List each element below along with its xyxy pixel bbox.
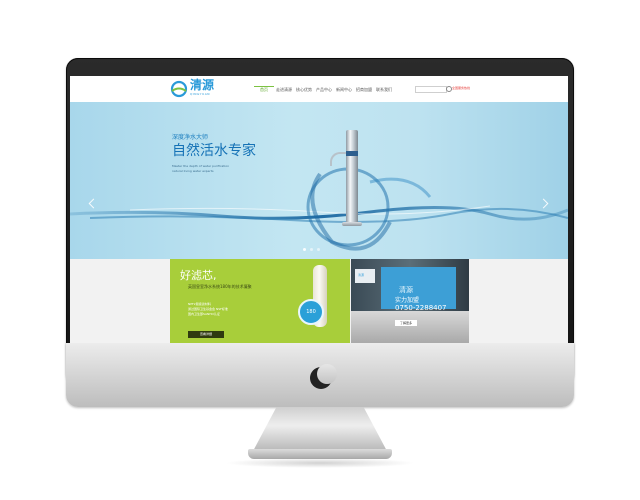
website-screen: 清源 QINGYUAN 首页 走进清源 核心优势 产品中心 新闻中心 招商加盟 … [70,76,568,343]
filter-desc-line-3: 国内卫生部SANHO认证 [188,312,220,316]
180-years-badge: 180 [298,299,324,325]
carousel-dot-3[interactable] [317,248,320,251]
purifier-label-band [346,151,358,156]
filter-details-button[interactable]: 查看详细 [188,331,224,338]
crescent-logo-icon [310,364,337,389]
water-purifier-product [346,130,358,224]
stand-shadow [225,458,415,468]
water-drop-logo-icon [170,80,188,98]
carousel-dot-2[interactable] [310,248,313,251]
promo-section: 好滤芯, 英国皇室净水系统180年的技术凝聚 NPF2膜级滤材料 通过国际卫生基… [70,259,568,343]
hotline-text: 全国服务热线 [452,86,471,90]
franchise-title: 实力加盟 [395,297,420,304]
nav-item-franchise[interactable]: 招商加盟 [354,86,374,92]
hero-banner: 深度净水大师 自然活水专家 Master the depth of water … [70,102,568,259]
filter-promo-description: NPF2膜级滤材料 通过国际卫生基金会 NSF标准 国内卫生部SANHO认证 [188,302,258,317]
nav-item-about[interactable]: 走进清源 [274,86,294,92]
desktop-background: 清源 QINGYUAN 首页 走进清源 核心优势 产品中心 新闻中心 招商加盟 … [0,0,640,500]
logo-subtext: QINGYUAN [190,92,210,96]
store-sign-logo: 清源 [358,273,365,277]
store-counter [351,311,469,343]
franchise-more-button[interactable]: 了解更多 [395,320,417,326]
nav-item-products[interactable]: 产品中心 [314,86,334,92]
hero-description-line-2: natural living water experts [172,169,214,173]
franchise-promo-panel: 清源 清源 实力加盟 0750-2288407 了解更多 [351,259,469,343]
store-wall-logo: 清源 [399,286,413,294]
carousel-dots [303,248,320,251]
hero-description: Master the depth of water purification n… [172,164,252,174]
logo-text: 清源 [190,78,215,92]
search-input[interactable] [415,86,447,93]
nav-item-home[interactable]: 首页 [254,86,274,92]
filter-promo-panel: 好滤芯, 英国皇室净水系统180年的技术凝聚 NPF2膜级滤材料 通过国际卫生基… [170,259,350,343]
carousel-dot-1[interactable] [303,248,306,251]
water-splash-graphic [70,167,568,251]
hero-kicker: 深度净水大师 [172,134,209,141]
purifier-base [342,222,362,226]
nav-item-contact[interactable]: 联系我们 [374,86,394,92]
filter-promo-subtitle: 英国皇室净水系统180年的技术凝聚 [188,284,252,289]
franchise-phone: 0750-2288407 [395,304,447,312]
nav-item-news[interactable]: 新闻中心 [334,86,354,92]
imac-stand [252,407,388,453]
site-header: 清源 QINGYUAN 首页 走进清源 核心优势 产品中心 新闻中心 招商加盟 … [70,76,568,103]
hero-title: 自然活水专家 [172,143,256,159]
site-logo[interactable]: 清源 QINGYUAN [170,79,224,99]
filter-promo-title: 好滤芯, [180,269,217,282]
main-nav: 首页 走进清源 核心优势 产品中心 新闻中心 招商加盟 联系我们 [254,76,394,102]
nav-item-advantages[interactable]: 核心优势 [294,86,314,92]
